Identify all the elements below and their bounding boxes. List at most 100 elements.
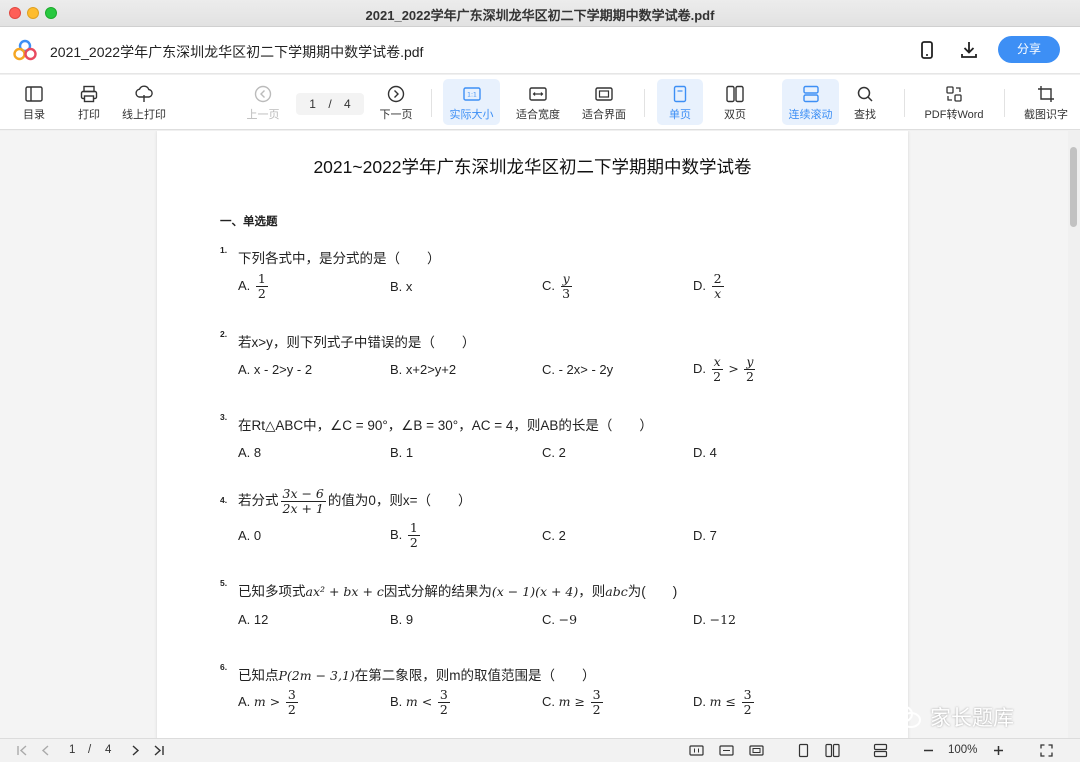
wechat-icon [891,705,921,728]
prev-page-button[interactable]: 上一页 [242,79,284,125]
question-number: 3. [220,412,228,422]
actual-size-glyph: 1:1 [467,92,477,99]
continuous-scroll-button[interactable]: 连续滚动 [782,79,839,125]
fraction: y3 [560,271,572,301]
pdf-page: 2021~2022学年广东深圳龙华区初二下学期期中数学试卷 一、单选题 1. 下… [157,131,908,738]
fit-page-label: 适合界面 [582,109,626,121]
zoom-out-button[interactable] [921,743,936,758]
option-b: B. 12 [390,521,422,550]
mobile-phone-icon[interactable] [916,39,938,61]
fraction: 12 [255,271,268,301]
pdf-to-word-label: PDF转Word [924,109,984,121]
fit-width-button[interactable]: 适合宽度 [511,79,565,125]
fit-width-icon [529,87,547,101]
last-page-button[interactable] [151,743,166,758]
single-page-button[interactable]: 单页 [657,79,703,125]
option-c: C. −9 [542,612,578,627]
fraction: 3x − 6 2x + 1 [280,486,326,516]
option-label: D. [693,277,706,293]
status-page-separator: / [88,744,92,756]
vertical-scrollbar[interactable] [1068,131,1080,738]
fit-page-button[interactable]: 适合界面 [577,79,631,125]
next-page-status-button[interactable] [128,743,143,758]
actual-size-label: 实际大小 [449,109,494,121]
status-actual-size-button[interactable] [689,743,704,758]
chevron-left-circle-icon [254,85,272,103]
online-print-button[interactable]: 线上打印 [118,79,170,125]
single-page-icon [673,85,687,103]
actual-size-icon: 1:1 [462,87,481,101]
continuous-scroll-icon [873,743,888,758]
question-number: 6. [220,662,228,672]
toc-button[interactable]: 目录 [14,79,54,125]
option-d: D. m ≤ 32 [693,687,754,717]
question-text: 已知多项式ax² + bx + c因式分解的结果为(x − 1)(x + 4)，… [238,584,678,599]
next-page-button[interactable]: 下一页 [375,79,417,125]
math-expression: abc [605,584,628,599]
find-label: 查找 [854,109,876,121]
print-label: 打印 [78,109,100,121]
math-expression: (x − 1)(x + 4) [491,584,579,599]
fraction: 12 [407,520,420,550]
cloud-print-icon [135,85,153,102]
option-c: C. 2 [542,528,566,543]
toolbar: 目录 打印 线上打印 上一页 1 / 4 下一页 1:1 实际大小 适合宽度 适… [0,75,1080,130]
actual-size-button[interactable]: 1:1 实际大小 [443,79,500,125]
double-page-icon [726,85,744,103]
watermark-text: 家长题库 [930,707,1014,730]
find-button[interactable]: 查找 [846,79,884,125]
option-label: A. [238,277,251,293]
option-d: D. −12 [693,612,737,627]
fullscreen-icon [1040,744,1053,757]
double-page-icon [825,743,840,758]
option-c: C. - 2x> - 2y [542,362,614,377]
plus-icon [994,746,1003,755]
status-continuous-button[interactable] [873,743,888,758]
search-icon [857,86,873,102]
scrollbar-thumb[interactable] [1070,147,1077,227]
paper-title: 2021~2022学年广东深圳龙华区初二下学期期中数学试卷 [313,157,752,177]
toolbar-divider [1004,89,1005,117]
prev-page-status-button[interactable] [38,743,53,758]
single-page-icon [798,743,809,758]
double-page-button[interactable]: 双页 [714,79,756,125]
ocr-screenshot-button[interactable]: 截图识字 [1018,79,1074,125]
share-button[interactable]: 分享 [998,36,1060,63]
toolbar-divider [431,89,432,117]
page-current: 1 [309,97,316,111]
pdf-to-word-button[interactable]: PDF转Word [918,79,990,125]
fullscreen-button[interactable] [1039,743,1054,758]
zoom-level[interactable]: 100% [948,744,977,756]
printer-icon [80,85,98,103]
continuous-scroll-label: 连续滚动 [788,109,833,121]
fit-page-icon [749,745,764,756]
double-page-label: 双页 [724,109,746,121]
page-number-input[interactable]: 1 / 4 [296,93,364,115]
first-page-button[interactable] [15,743,30,758]
option-label: C. [542,277,555,293]
question-number: 2. [220,329,228,339]
option-c: C. y3 [542,272,574,301]
option-d: D. x2 > y2 [693,355,757,384]
document-name: 2021_2022学年广东深圳龙华区初二下学期期中数学试卷.pdf [50,44,424,60]
print-button[interactable]: 打印 [69,79,109,125]
status-fit-page-button[interactable] [749,743,764,758]
online-print-label: 线上打印 [122,109,166,121]
math-expression: ax² + bx + c [305,584,384,599]
operator: > [728,360,739,376]
status-double-page-button[interactable] [825,743,840,758]
option-c: C. 2 [542,445,566,460]
status-single-page-button[interactable] [796,743,811,758]
question-text: 在Rt△ABC中，∠C = 90°，∠B = 30°，AC = 4，则AB的长是… [238,418,653,433]
zoom-in-button[interactable] [991,743,1006,758]
question-text: 下列各式中，是分式的是（ ） [238,251,441,266]
status-page-current[interactable]: 1 [69,744,75,756]
status-fit-width-button[interactable] [719,743,734,758]
toolbar-divider [644,89,645,117]
fit-page-icon [595,87,613,101]
download-icon[interactable] [958,39,980,61]
option-a: A. 12 [238,272,270,301]
convert-icon [946,86,962,102]
window-titlebar: 2021_2022学年广东深圳龙华区初二下学期期中数学试卷.pdf [0,0,1080,27]
document-viewer[interactable]: 2021~2022学年广东深圳龙华区初二下学期期中数学试卷 一、单选题 1. 下… [0,131,1068,738]
